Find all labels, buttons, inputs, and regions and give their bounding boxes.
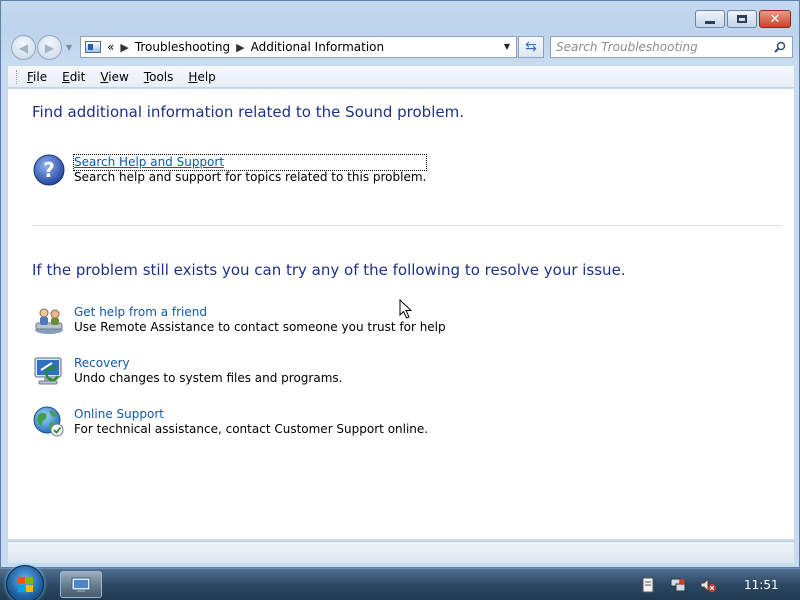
page-title: Find additional information related to t… [32, 103, 464, 121]
troubleshooting-window-icon [71, 577, 91, 592]
forward-button[interactable]: ▶ [37, 35, 62, 60]
close-icon: ✕ [769, 11, 781, 27]
search-box[interactable] [550, 36, 793, 58]
search-help-link[interactable]: Search Help and Support [72, 154, 428, 171]
taskbar-window-button[interactable] [60, 571, 102, 598]
recovery-link[interactable]: Recovery [74, 356, 342, 371]
navigation-bar: ◀ ▶ ▼ « ▶ Troubleshooting ▶ Additional I… [9, 35, 793, 60]
menu-edit[interactable]: Edit [62, 70, 85, 84]
recovery-icon[interactable] [32, 354, 66, 388]
maximize-button[interactable] [727, 10, 757, 28]
minimize-icon [705, 20, 715, 24]
menu-grip [16, 69, 19, 84]
status-bar [8, 541, 794, 563]
menu-help[interactable]: Help [188, 70, 215, 84]
maximize-icon [737, 15, 747, 23]
refresh-button[interactable]: ⇆ [518, 36, 544, 58]
forward-arrow-icon: ▶ [44, 40, 55, 55]
online-support-link[interactable]: Online Support [74, 407, 428, 422]
get-help-friend-link[interactable]: Get help from a friend [74, 305, 446, 320]
option-get-help-friend: Get help from a friend Use Remote Assist… [32, 303, 446, 337]
menu-bar: File Edit View Tools Help [8, 66, 794, 88]
back-button[interactable]: ◀ [11, 35, 36, 60]
breadcrumb-additional-information[interactable]: Additional Information [251, 40, 385, 54]
section-heading: If the problem still exists you can try … [32, 261, 626, 279]
breadcrumb-troubleshooting[interactable]: Troubleshooting [135, 40, 230, 54]
recent-pages-dropdown-icon[interactable]: ▼ [66, 43, 72, 52]
section-divider [32, 225, 782, 226]
breadcrumb-overflow[interactable]: « [107, 40, 114, 54]
volume-muted-icon[interactable] [700, 577, 716, 593]
menu-view[interactable]: View [100, 70, 128, 84]
option-recovery: Recovery Undo changes to system files an… [32, 354, 342, 388]
menu-file[interactable]: File [27, 70, 47, 84]
start-button[interactable] [6, 565, 44, 600]
breadcrumb-separator-icon[interactable]: ▶ [236, 41, 244, 54]
taskbar: 11:51 [0, 565, 800, 600]
action-center-icon[interactable] [640, 577, 656, 593]
control-panel-icon [85, 41, 101, 53]
close-button[interactable]: ✕ [759, 10, 791, 28]
online-support-icon[interactable] [32, 405, 66, 439]
address-dropdown-icon[interactable]: ▼ [504, 42, 510, 51]
online-support-description: For technical assistance, contact Custom… [74, 422, 429, 436]
back-arrow-icon: ◀ [18, 40, 29, 55]
remote-assistance-icon[interactable] [32, 303, 66, 337]
caption-buttons: ✕ [695, 10, 791, 28]
menu-tools[interactable]: Tools [144, 70, 174, 84]
search-help-description: Search help and support for topics relat… [74, 170, 427, 184]
help-icon[interactable]: ? [32, 153, 66, 187]
clock[interactable]: 11:51 [744, 578, 779, 592]
get-help-friend-description: Use Remote Assistance to contact someone… [74, 320, 446, 334]
search-help-task: ? Search Help and Support Search help an… [32, 153, 428, 187]
search-input[interactable] [556, 40, 766, 54]
mouse-cursor-icon [399, 299, 413, 319]
svg-text:?: ? [43, 158, 55, 182]
refresh-icon: ⇆ [525, 39, 537, 55]
option-online-support: Online Support For technical assistance,… [32, 405, 428, 439]
breadcrumb-separator-icon[interactable]: ▶ [120, 41, 128, 54]
troubleshooting-window: ✕ ◀ ▶ ▼ « ▶ Troubleshooting ▶ Additional… [0, 0, 800, 568]
network-icon[interactable] [670, 577, 686, 593]
minimize-button[interactable] [695, 10, 725, 28]
recovery-description: Undo changes to system files and program… [74, 371, 343, 385]
address-bar[interactable]: « ▶ Troubleshooting ▶ Additional Informa… [80, 36, 517, 58]
system-tray: 11:51 [640, 569, 800, 600]
search-icon[interactable] [774, 41, 786, 53]
